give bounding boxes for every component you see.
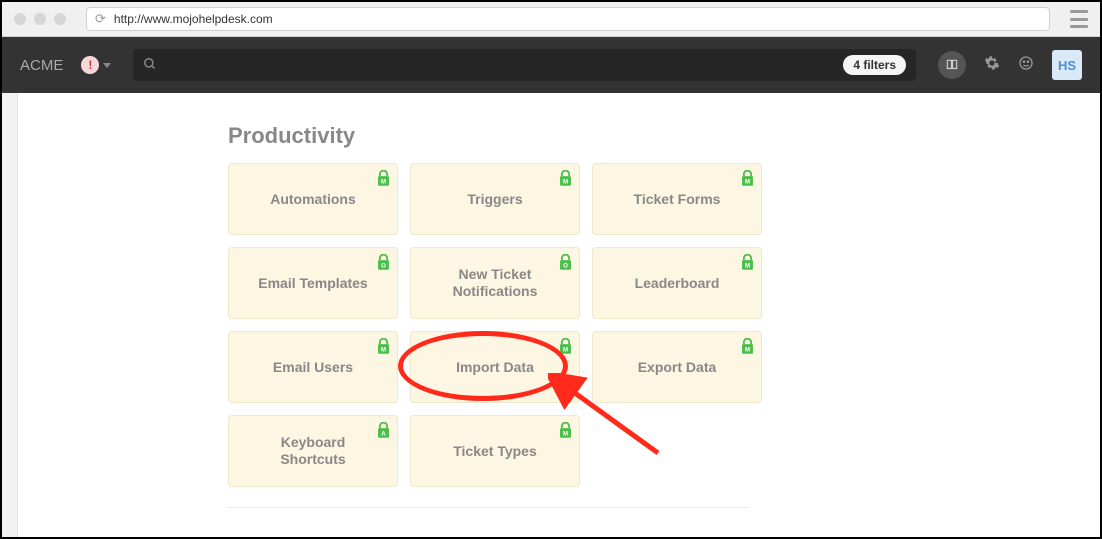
lock-icon: M [376,170,391,187]
svg-text:M: M [745,263,750,269]
window-max-dot[interactable] [54,13,66,25]
lock-icon: O [376,254,391,271]
divider [228,507,748,508]
card-label: Leaderboard [635,275,720,292]
caret-down-icon [103,63,111,68]
lock-icon: A [376,422,391,439]
card-label: Export Data [638,359,717,376]
lock-icon: M [376,338,391,355]
alert-icon: ! [81,56,99,74]
url-text: http://www.mojohelpdesk.com [114,12,273,26]
card-triggers[interactable]: Triggers M [410,163,580,235]
content: Productivity Automations M Triggers M Ti… [18,93,1100,537]
browser-chrome: ⟳ http://www.mojohelpdesk.com [2,2,1100,37]
gear-icon[interactable] [984,55,1000,76]
card-email-users[interactable]: Email Users M [228,331,398,403]
card-automations[interactable]: Automations M [228,163,398,235]
svg-text:O: O [381,263,386,269]
svg-text:M: M [563,347,568,353]
content-wrap: Productivity Automations M Triggers M Ti… [2,93,1100,537]
svg-text:M: M [381,179,386,185]
lock-icon: M [740,254,755,271]
lock-icon: M [740,170,755,187]
card-new-ticket-notifications[interactable]: New TicketNotifications O [410,247,580,319]
traffic-lights [14,13,66,25]
svg-text:M: M [745,347,750,353]
alert-dropdown[interactable]: ! [81,56,111,74]
card-email-templates[interactable]: Email Templates O [228,247,398,319]
card-label: Triggers [467,191,522,208]
card-label: Import Data [456,359,534,376]
card-label: Automations [270,191,356,208]
card-label: KeyboardShortcuts [280,434,345,468]
card-ticket-types[interactable]: Ticket Types M [410,415,580,487]
svg-text:M: M [381,347,386,353]
reload-icon[interactable]: ⟳ [95,11,106,27]
lock-icon: M [558,338,573,355]
card-label: New TicketNotifications [453,266,538,300]
app-bar: ACME ! 4 filters HS [2,37,1100,93]
svg-text:A: A [381,431,386,437]
card-import-data[interactable]: Import Data M [410,331,580,403]
card-export-data[interactable]: Export Data M [592,331,762,403]
card-keyboard-shortcuts[interactable]: KeyboardShortcuts A [228,415,398,487]
search-bar[interactable]: 4 filters [133,49,916,81]
lock-icon: M [558,422,573,439]
user-avatar[interactable]: HS [1052,50,1082,80]
filters-pill[interactable]: 4 filters [843,55,906,75]
url-bar[interactable]: ⟳ http://www.mojohelpdesk.com [86,7,1050,31]
card-label: Ticket Forms [634,191,721,208]
svg-text:O: O [563,263,568,269]
brand-label[interactable]: ACME [20,57,63,74]
card-ticket-forms[interactable]: Ticket Forms M [592,163,762,235]
card-label: Email Users [273,359,353,376]
hamburger-menu-icon[interactable] [1070,10,1088,28]
book-icon[interactable] [938,51,966,79]
svg-text:M: M [563,431,568,437]
card-leaderboard[interactable]: Leaderboard M [592,247,762,319]
svg-text:M: M [563,179,568,185]
svg-text:M: M [745,179,750,185]
appbar-icons: HS [938,50,1082,80]
lock-icon: O [558,254,573,271]
section-title: Productivity [198,93,1100,163]
left-gutter [2,93,18,537]
card-label: Email Templates [258,275,367,292]
window-close-dot[interactable] [14,13,26,25]
card-label: Ticket Types [453,443,537,460]
smile-icon[interactable] [1018,55,1034,76]
lock-icon: M [558,170,573,187]
lock-icon: M [740,338,755,355]
window-min-dot[interactable] [34,13,46,25]
cards-grid: Automations M Triggers M Ticket Forms M … [198,163,1100,487]
search-icon [143,57,157,74]
